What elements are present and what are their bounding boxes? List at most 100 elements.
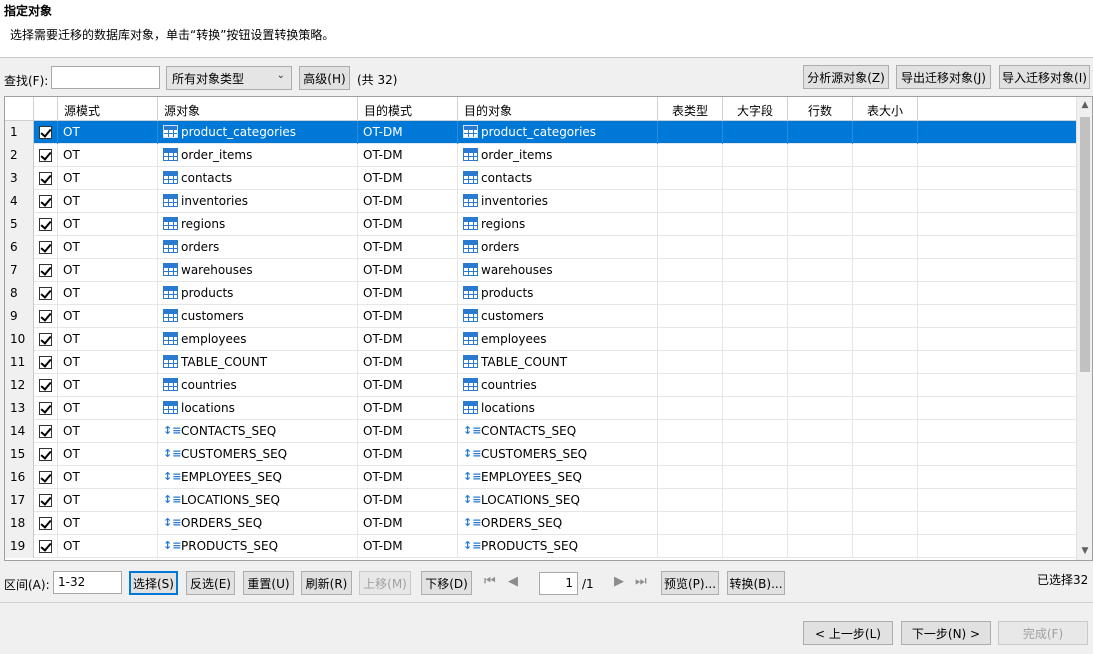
target-object-cell[interactable]: orders — [458, 236, 658, 259]
select-button[interactable]: 选择(S) — [129, 571, 178, 595]
row-checkbox[interactable] — [34, 167, 58, 190]
target-object-cell[interactable]: ↕≡CONTACTS_SEQ — [458, 420, 658, 443]
checkbox-checked-icon[interactable] — [39, 287, 52, 300]
next-page-icon[interactable]: ▶ — [614, 574, 624, 589]
prev-step-button[interactable]: < 上一步(L) — [803, 621, 893, 645]
row-checkbox[interactable] — [34, 328, 58, 351]
header-lob[interactable]: 大字段 — [723, 97, 788, 121]
checkbox-checked-icon[interactable] — [39, 425, 52, 438]
checkbox-checked-icon[interactable] — [39, 310, 52, 323]
table-row[interactable]: 3 OT contacts OT-DM contacts — [5, 167, 1078, 190]
target-object-cell[interactable]: ↕≡ORDERS_SEQ — [458, 512, 658, 535]
header-row-count[interactable]: 行数 — [788, 97, 853, 121]
row-checkbox[interactable] — [34, 535, 58, 558]
preview-button[interactable]: 预览(P)... — [661, 571, 719, 595]
last-page-icon[interactable]: ⏭ — [635, 574, 647, 589]
row-checkbox[interactable] — [34, 144, 58, 167]
target-object-cell[interactable]: TABLE_COUNT — [458, 351, 658, 374]
checkbox-checked-icon[interactable] — [39, 172, 52, 185]
find-input[interactable] — [51, 66, 160, 89]
table-row[interactable]: 14 OT ↕≡CONTACTS_SEQ OT-DM ↕≡CONTACTS_SEQ — [5, 420, 1078, 443]
row-checkbox[interactable] — [34, 213, 58, 236]
prev-page-icon[interactable]: ◀ — [508, 574, 518, 589]
row-checkbox[interactable] — [34, 351, 58, 374]
export-objects-button[interactable]: 导出迁移对象(J) — [896, 65, 991, 89]
scroll-thumb[interactable] — [1080, 117, 1090, 372]
row-checkbox[interactable] — [34, 397, 58, 420]
table-row[interactable]: 19 OT ↕≡PRODUCTS_SEQ OT-DM ↕≡PRODUCTS_SEQ — [5, 535, 1078, 558]
row-checkbox[interactable] — [34, 489, 58, 512]
range-input[interactable]: 1-32 — [53, 571, 122, 594]
header-target-object[interactable]: 目的对象 — [458, 97, 658, 121]
target-object-cell[interactable]: customers — [458, 305, 658, 328]
table-row[interactable]: 2 OT order_items OT-DM order_items — [5, 144, 1078, 167]
target-object-cell[interactable]: products — [458, 282, 658, 305]
table-row[interactable]: 16 OT ↕≡EMPLOYEES_SEQ OT-DM ↕≡EMPLOYEES_SEQ — [5, 466, 1078, 489]
table-row[interactable]: 11 OT TABLE_COUNT OT-DM TABLE_COUNT — [5, 351, 1078, 374]
table-row[interactable]: 5 OT regions OT-DM regions — [5, 213, 1078, 236]
target-object-cell[interactable]: order_items — [458, 144, 658, 167]
table-row[interactable]: 10 OT employees OT-DM employees — [5, 328, 1078, 351]
checkbox-checked-icon[interactable] — [39, 126, 52, 139]
vertical-scrollbar[interactable]: ▲ ▼ — [1076, 97, 1092, 560]
row-checkbox[interactable] — [34, 259, 58, 282]
move-down-button[interactable]: 下移(D) — [421, 571, 472, 595]
target-object-cell[interactable]: ↕≡PRODUCTS_SEQ — [458, 535, 658, 558]
table-row[interactable]: 1 OT product_categories OT-DM product_catego… — [5, 121, 1078, 144]
checkbox-checked-icon[interactable] — [39, 195, 52, 208]
target-object-cell[interactable]: regions — [458, 213, 658, 236]
checkbox-checked-icon[interactable] — [39, 241, 52, 254]
target-object-cell[interactable]: employees — [458, 328, 658, 351]
checkbox-checked-icon[interactable] — [39, 333, 52, 346]
target-object-cell[interactable]: countries — [458, 374, 658, 397]
target-object-cell[interactable]: locations — [458, 397, 658, 420]
reset-button[interactable]: 重置(U) — [243, 571, 294, 595]
header-target-schema[interactable]: 目的模式 — [358, 97, 458, 121]
target-object-cell[interactable]: ↕≡LOCATIONS_SEQ — [458, 489, 658, 512]
table-row[interactable]: 9 OT customers OT-DM customers — [5, 305, 1078, 328]
target-object-cell[interactable]: contacts — [458, 167, 658, 190]
checkbox-checked-icon[interactable] — [39, 218, 52, 231]
checkbox-checked-icon[interactable] — [39, 540, 52, 553]
table-row[interactable]: 4 OT inventories OT-DM inventories — [5, 190, 1078, 213]
table-row[interactable]: 18 OT ↕≡ORDERS_SEQ OT-DM ↕≡ORDERS_SEQ — [5, 512, 1078, 535]
finish-button[interactable]: 完成(F) — [998, 621, 1088, 645]
row-checkbox[interactable] — [34, 466, 58, 489]
target-object-cell[interactable]: ↕≡EMPLOYEES_SEQ — [458, 466, 658, 489]
row-checkbox[interactable] — [34, 512, 58, 535]
scroll-up-icon[interactable]: ▲ — [1077, 97, 1092, 114]
checkbox-checked-icon[interactable] — [39, 448, 52, 461]
row-checkbox[interactable] — [34, 374, 58, 397]
table-row[interactable]: 7 OT warehouses OT-DM warehouses — [5, 259, 1078, 282]
checkbox-checked-icon[interactable] — [39, 379, 52, 392]
scroll-down-icon[interactable]: ▼ — [1077, 543, 1092, 560]
invert-button[interactable]: 反选(E) — [186, 571, 235, 595]
move-up-button[interactable]: 上移(M) — [359, 571, 411, 595]
table-row[interactable]: 6 OT orders OT-DM orders — [5, 236, 1078, 259]
import-objects-button[interactable]: 导入迁移对象(I) — [999, 65, 1090, 89]
checkbox-checked-icon[interactable] — [39, 494, 52, 507]
page-input[interactable]: 1 — [539, 572, 578, 595]
table-row[interactable]: 13 OT locations OT-DM locations — [5, 397, 1078, 420]
header-source-schema[interactable]: 源模式 — [58, 97, 158, 121]
target-object-cell[interactable]: inventories — [458, 190, 658, 213]
header-table-size[interactable]: 表大小 — [853, 97, 918, 121]
row-checkbox[interactable] — [34, 121, 58, 144]
target-object-cell[interactable]: warehouses — [458, 259, 658, 282]
table-row[interactable]: 17 OT ↕≡LOCATIONS_SEQ OT-DM ↕≡LOCATIONS_SEQ — [5, 489, 1078, 512]
row-checkbox[interactable] — [34, 443, 58, 466]
analyze-source-button[interactable]: 分析源对象(Z) — [803, 65, 889, 89]
checkbox-checked-icon[interactable] — [39, 402, 52, 415]
first-page-icon[interactable]: ⏮ — [484, 574, 496, 589]
next-step-button[interactable]: 下一步(N) > — [901, 621, 991, 645]
table-row[interactable]: 8 OT products OT-DM products — [5, 282, 1078, 305]
refresh-button[interactable]: 刷新(R) — [301, 571, 352, 595]
row-checkbox[interactable] — [34, 305, 58, 328]
target-object-cell[interactable]: ↕≡CUSTOMERS_SEQ — [458, 443, 658, 466]
header-table-type[interactable]: 表类型 — [658, 97, 723, 121]
row-checkbox[interactable] — [34, 236, 58, 259]
target-object-cell[interactable]: product_categories — [458, 121, 658, 144]
header-source-object[interactable]: 源对象 — [158, 97, 358, 121]
table-row[interactable]: 12 OT countries OT-DM countries — [5, 374, 1078, 397]
convert-button[interactable]: 转换(B)... — [727, 571, 785, 595]
